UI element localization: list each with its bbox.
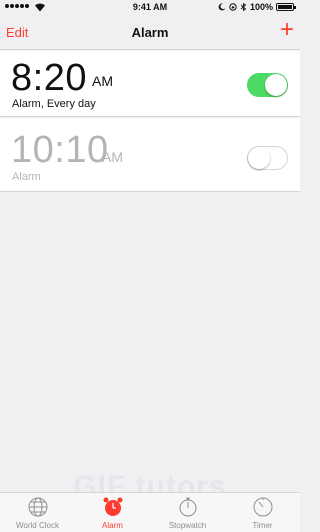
- add-alarm-button[interactable]: +: [280, 17, 294, 43]
- toggle-knob: [265, 74, 287, 96]
- stopwatch-icon: [179, 497, 196, 517]
- alarm-ampm: AM: [102, 149, 123, 165]
- timer-icon: [253, 497, 272, 517]
- tab-label: Timer: [252, 521, 273, 530]
- navigation-bar: Edit Alarm +: [0, 16, 300, 50]
- tab-stopwatch[interactable]: Stopwatch: [150, 493, 225, 532]
- tab-alarm[interactable]: Alarm: [75, 493, 150, 532]
- tab-world-clock[interactable]: World Clock: [0, 493, 75, 532]
- alarm-toggle[interactable]: [247, 146, 288, 170]
- status-bar: 9:41 AM 100%: [0, 0, 300, 16]
- alarm-time: 8:20: [11, 57, 87, 99]
- alarm-ampm: AM: [92, 73, 113, 89]
- alarm-label: Alarm: [12, 171, 41, 183]
- page-title: Alarm: [131, 25, 169, 40]
- globe-icon: [28, 497, 47, 517]
- alarm-time: 10:10: [11, 129, 109, 171]
- alarm-clock-icon: [103, 497, 122, 516]
- toggle-knob: [248, 147, 270, 169]
- tab-label: Alarm: [102, 521, 123, 530]
- alarm-label: Alarm, Every day: [12, 98, 96, 110]
- tab-bar: World Clock Alarm Stopwatch Timer: [0, 492, 300, 532]
- bluetooth-icon: [240, 3, 247, 11]
- alarm-row[interactable]: 8:20 AM Alarm, Every day: [0, 51, 300, 117]
- tab-timer[interactable]: Timer: [225, 493, 300, 532]
- alarm-toggle[interactable]: [247, 73, 288, 97]
- battery-icon: [276, 3, 296, 11]
- battery-percent: 100%: [249, 2, 273, 12]
- status-right: 100%: [218, 2, 296, 12]
- tab-label: Stopwatch: [168, 521, 207, 530]
- tab-label: World Clock: [16, 521, 59, 530]
- orientation-lock-icon: [229, 3, 237, 11]
- moon-icon: [218, 3, 226, 11]
- alarm-row[interactable]: 10:10 AM Alarm: [0, 118, 300, 192]
